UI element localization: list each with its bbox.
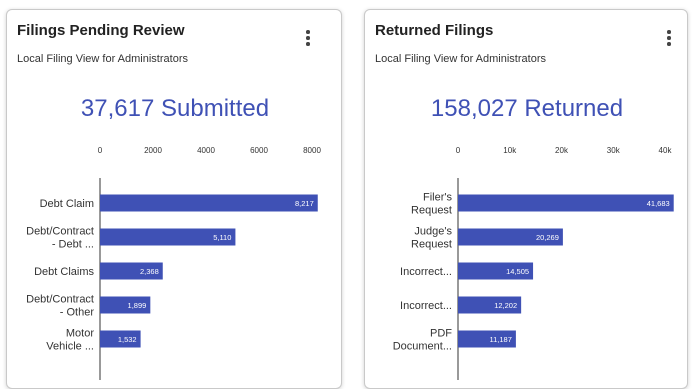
bar-value-label: 41,683 xyxy=(647,199,670,208)
bar-value-label: 2,368 xyxy=(140,267,159,276)
card-title: Returned Filings xyxy=(375,22,494,39)
pending-review-bar-chart: 0 2000 4000 6000 8000 8,217 Debt Claim 5,110 Deb… xyxy=(26,146,321,380)
category-label: Incorrect... xyxy=(400,266,452,278)
x-tick-label: 40k xyxy=(659,146,673,155)
category-label: Motor xyxy=(66,328,94,340)
x-tick-label: 20k xyxy=(555,146,569,155)
category-label: Debt/Contract xyxy=(26,294,94,306)
category-label: Debt Claim xyxy=(40,198,94,210)
card-title: Filings Pending Review xyxy=(17,22,185,39)
bar-value-label: 1,899 xyxy=(128,301,147,310)
category-label: Judge's xyxy=(414,226,452,238)
category-label: - Debt ... xyxy=(52,239,94,251)
category-label: Document... xyxy=(393,341,452,353)
category-label: Debt Claims xyxy=(34,266,94,278)
bar[interactable] xyxy=(458,194,674,212)
returned-count: 158,027 Returned xyxy=(430,95,624,122)
x-tick-label: 4000 xyxy=(197,146,215,155)
category-label: - Other xyxy=(60,307,95,319)
filings-pending-review-card: Filings Pending Review Local Filing View… xyxy=(6,9,342,389)
category-label: Filer's xyxy=(423,192,452,204)
bar-value-label: 14,505 xyxy=(506,267,529,276)
x-tick-label: 0 xyxy=(456,146,461,155)
bar-value-label: 1,532 xyxy=(118,335,137,344)
bar-value-label: 20,269 xyxy=(536,233,559,242)
x-tick-label: 10k xyxy=(503,146,517,155)
returned-filings-bar-chart: 0 10k 20k 30k 40k41,683Filer'sRequest20,269J… xyxy=(393,146,674,380)
x-tick-label: 8000 xyxy=(303,146,321,155)
x-tick-label: 6000 xyxy=(250,146,268,155)
category-label: Request xyxy=(411,205,452,217)
bar-value-label: 8,217 xyxy=(295,199,314,208)
bar-value-label: 5,110 xyxy=(213,233,231,242)
x-tick-label: 2000 xyxy=(144,146,162,155)
more-vert-icon[interactable] xyxy=(664,30,674,46)
category-label: Request xyxy=(411,239,452,251)
card-subtitle: Local Filing View for Administrators xyxy=(17,53,188,65)
category-label: Incorrect... xyxy=(400,300,452,312)
returned-filings-card: Returned Filings Local Filing View for A… xyxy=(364,9,688,389)
category-label: Vehicle ... xyxy=(46,341,94,353)
category-label: Debt/Contract xyxy=(26,226,94,238)
card-subtitle: Local Filing View for Administrators xyxy=(375,53,546,65)
submitted-count: 37,617 Submitted xyxy=(80,95,270,122)
bar-value-label: 12,202 xyxy=(494,301,517,310)
x-tick-label: 30k xyxy=(607,146,621,155)
bar[interactable] xyxy=(100,194,318,212)
bar-value-label: 11,187 xyxy=(490,335,512,344)
more-vert-icon[interactable] xyxy=(303,30,313,46)
x-tick-label: 0 xyxy=(98,146,103,155)
category-label: PDF xyxy=(430,328,452,340)
